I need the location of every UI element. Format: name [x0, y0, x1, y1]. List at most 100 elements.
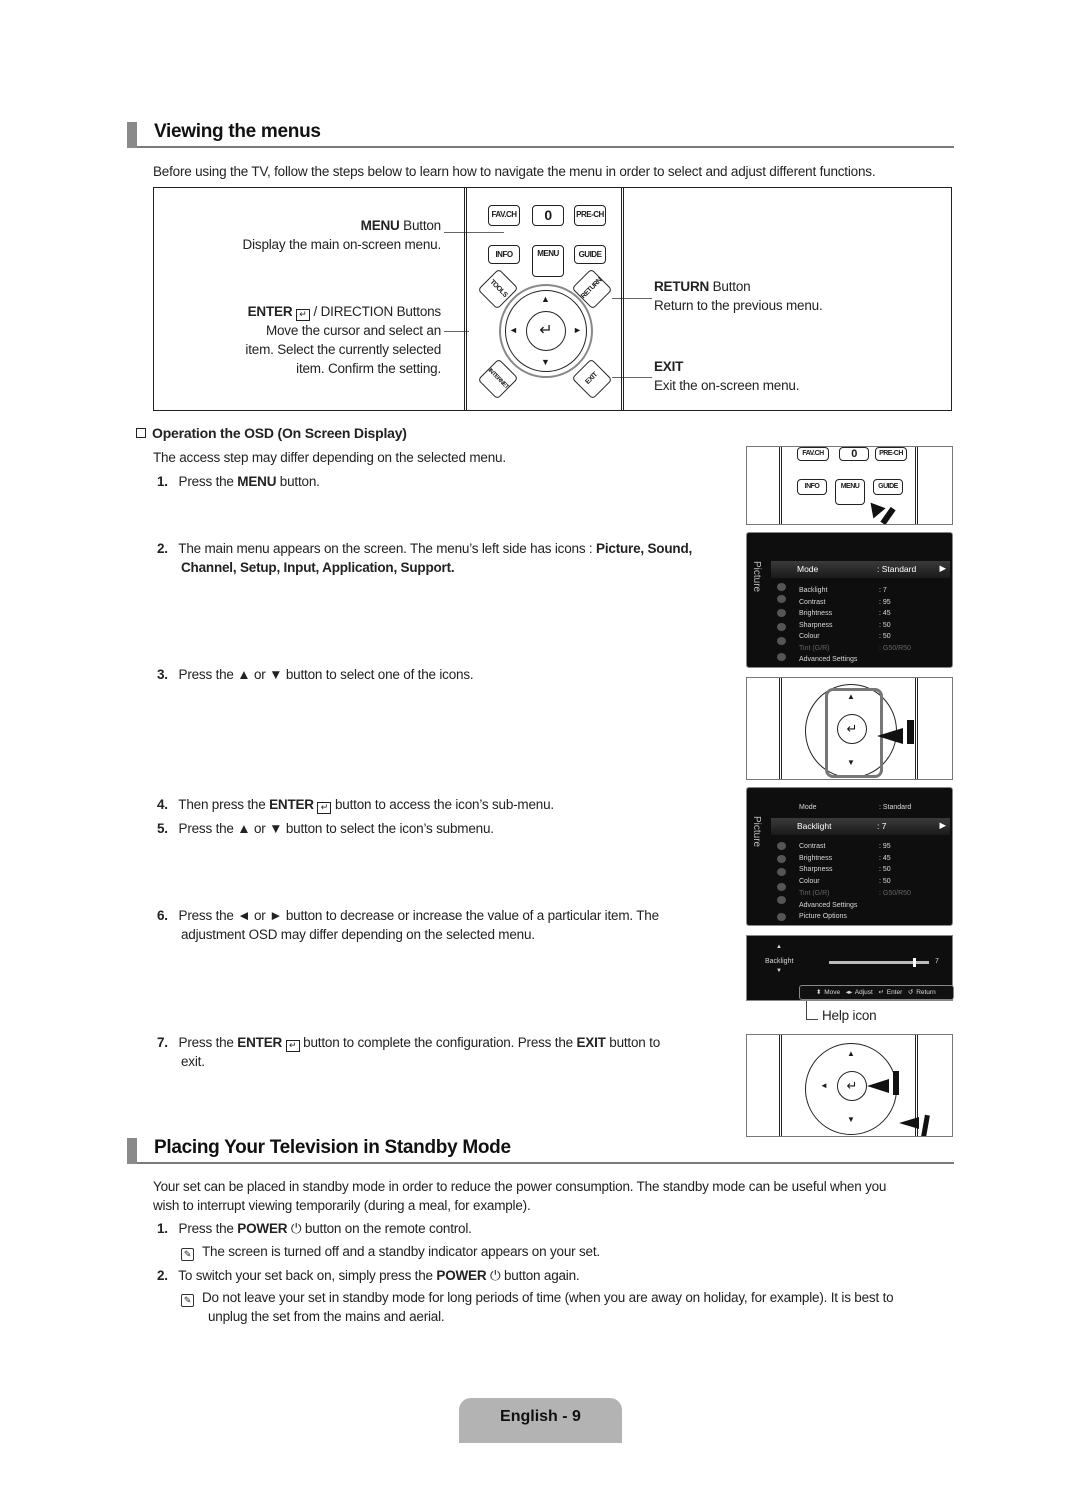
return-label-bold: RETURN — [654, 279, 710, 294]
step-bold: Picture, Sound, — [596, 541, 693, 556]
osd-main-menu: Picture Mode : Standard ▶ Backlight: 7 Co… — [746, 532, 953, 668]
menu-button[interactable]: MENU — [532, 245, 564, 277]
osd-row[interactable]: Advanced Settings — [799, 902, 949, 912]
osd-row[interactable]: Mode : Standard — [799, 804, 949, 814]
enter-button-label: ENTER ↵ / DIRECTION Buttons — [248, 302, 441, 321]
left-arrow-icon[interactable]: ◄ — [509, 325, 518, 335]
enter-desc-2: item. Select the currently selected — [245, 342, 441, 357]
fav-ch-button[interactable]: FAV.CH — [488, 205, 520, 226]
step-4: 4. Then press the ENTER ↵ button to acce… — [157, 795, 554, 814]
up-arrow-icon[interactable]: ▲ — [541, 294, 550, 304]
exit-pointer-bar-icon — [921, 1114, 930, 1136]
guide-button: GUIDE — [873, 479, 903, 495]
down-arrow-icon: ▼ — [847, 1115, 855, 1124]
right-arrow-icon[interactable]: ► — [573, 325, 582, 335]
step-1: 1. Press the MENU button. — [157, 472, 320, 491]
pointer-bar-icon — [893, 1071, 899, 1095]
note-text: The screen is turned off and a standby i… — [202, 1244, 600, 1259]
adjust-slider-thumb[interactable] — [912, 958, 916, 967]
zero-button[interactable]: 0 — [532, 205, 564, 226]
osd-row[interactable]: Brightness : 45 — [799, 855, 949, 865]
direction-pad[interactable]: ↵ ▲ ▼ ◄ ► — [499, 284, 593, 378]
osd-selected-row[interactable]: Backlight : 7 ▶ — [771, 818, 950, 835]
osd-selected-row[interactable]: Mode : Standard ▶ — [771, 561, 950, 578]
remote-edge — [915, 678, 918, 779]
menu-button: MENU — [835, 479, 865, 505]
remote-direction-illustration: ↵ ▲ ▼ — [746, 677, 953, 780]
help-icon-leader — [806, 1001, 818, 1020]
step-text: button to access the icon’s sub-menu. — [331, 797, 554, 812]
step-5: 5. Press the ▲ or ▼ button to select the… — [157, 819, 494, 838]
osd-row-key: Contrast — [799, 598, 826, 606]
step-number: 7. — [157, 1035, 168, 1050]
remote-menu-press-illustration: FAV.CH 0 PRE-CH INFO MENU GUIDE — [746, 446, 953, 525]
osd-row-key: Tint (G/R) — [799, 889, 830, 897]
step-2: 2. The main menu appears on the screen. … — [157, 539, 692, 558]
help-move: Move — [824, 989, 841, 996]
osd-row[interactable]: Backlight: 7 — [799, 587, 949, 597]
guide-button[interactable]: GUIDE — [574, 245, 606, 264]
step-2-line2: Channel, Setup, Input, Application, Supp… — [181, 560, 455, 575]
channel-icon — [777, 595, 786, 603]
note-text: Do not leave your set in standby mode fo… — [202, 1290, 894, 1305]
enter-label-rest: / DIRECTION Buttons — [309, 304, 442, 319]
adjust-slider-track[interactable] — [829, 958, 929, 967]
down-arrow-icon: ▼ — [847, 758, 855, 767]
osd-row-key: Brightness — [799, 854, 833, 862]
info-button: INFO — [797, 479, 827, 495]
osd-heading-text: Operation the OSD (On Screen Display) — [152, 425, 407, 441]
standby-step-2: 2. To switch your set back on, simply pr… — [157, 1266, 580, 1285]
osd-row-value: : 45 — [879, 610, 891, 617]
standby-note-1: ✎ The screen is turned off and a standby … — [181, 1242, 600, 1261]
osd-row-key: Colour — [799, 878, 820, 886]
enter-center-button[interactable]: ↵ — [526, 311, 566, 351]
osd-row[interactable]: Brightness: 45 — [799, 610, 949, 620]
step-bold: ENTER — [237, 1035, 283, 1050]
osd-row-value: : 50 — [879, 866, 891, 874]
osd-row[interactable]: Tint (G/R): G50/R50 — [799, 645, 949, 655]
standby-intro-1: Your set can be placed in standby mode i… — [153, 1179, 887, 1194]
osd-row-key: Sharpness — [799, 866, 833, 874]
osd-row[interactable]: Sharpness : 50 — [799, 866, 949, 876]
step-text: button. — [276, 474, 320, 489]
osd-row[interactable]: Colour: 50 — [799, 633, 949, 643]
step-6-line2: adjustment OSD may differ depending on t… — [181, 927, 535, 942]
standby-note-2: ✎ Do not leave your set in standby mode f… — [181, 1288, 894, 1307]
step-text: Press the — [178, 1035, 238, 1050]
return-label-rest: Button — [709, 279, 751, 294]
osd-row-key: Backlight — [799, 587, 828, 594]
pointer-bar-icon — [907, 720, 914, 744]
note-icon: ✎ — [181, 1294, 194, 1307]
up-arrow-icon: ▲ — [847, 1049, 855, 1058]
down-arrow-icon[interactable]: ▼ — [541, 357, 550, 367]
osd-side-label: Picture — [751, 816, 762, 848]
step-number: 5. — [157, 821, 168, 836]
info-button[interactable]: INFO — [488, 245, 520, 264]
step-bold: EXIT — [576, 1035, 606, 1050]
right-arrow-icon: ▶ — [939, 820, 946, 830]
osd-row[interactable]: Tint (G/R): G50/R50 — [799, 890, 949, 900]
pointer-arrow-icon — [877, 728, 903, 744]
setup-icon — [777, 868, 786, 876]
osd-row[interactable]: Picture Options — [799, 913, 949, 923]
step-text: button to complete the configuration. Pr… — [299, 1035, 577, 1050]
pre-ch-button[interactable]: PRE-CH — [574, 205, 606, 226]
osd-row-key: Contrast — [799, 843, 826, 850]
menu-button-desc: Display the main on-screen menu. — [242, 237, 442, 252]
up-arrow-icon: ▲ — [847, 692, 855, 701]
osd-row[interactable]: Colour: 50 — [799, 878, 949, 888]
help-enter: Enter — [886, 989, 903, 996]
osd-row-key: Mode — [799, 804, 817, 811]
osd-row-key: Tint (G/R) — [799, 644, 830, 652]
return-button-desc: Return to the previous menu. — [654, 298, 823, 313]
osd-row-value: : 45 — [879, 854, 891, 862]
adjust-icon: ◂▸ — [845, 989, 853, 996]
osd-row[interactable]: Sharpness: 50 — [799, 622, 949, 632]
osd-row[interactable]: Contrast: 95 — [799, 599, 949, 609]
enter-icon: ↵ — [878, 989, 884, 996]
enter-center-button: ↵ — [837, 714, 867, 744]
step-bold: POWER — [237, 1221, 288, 1236]
menu-button-label: MENU Button — [361, 216, 442, 235]
osd-row[interactable]: Advanced Settings — [799, 656, 949, 666]
osd-row[interactable]: Contrast: 95 — [799, 843, 949, 853]
